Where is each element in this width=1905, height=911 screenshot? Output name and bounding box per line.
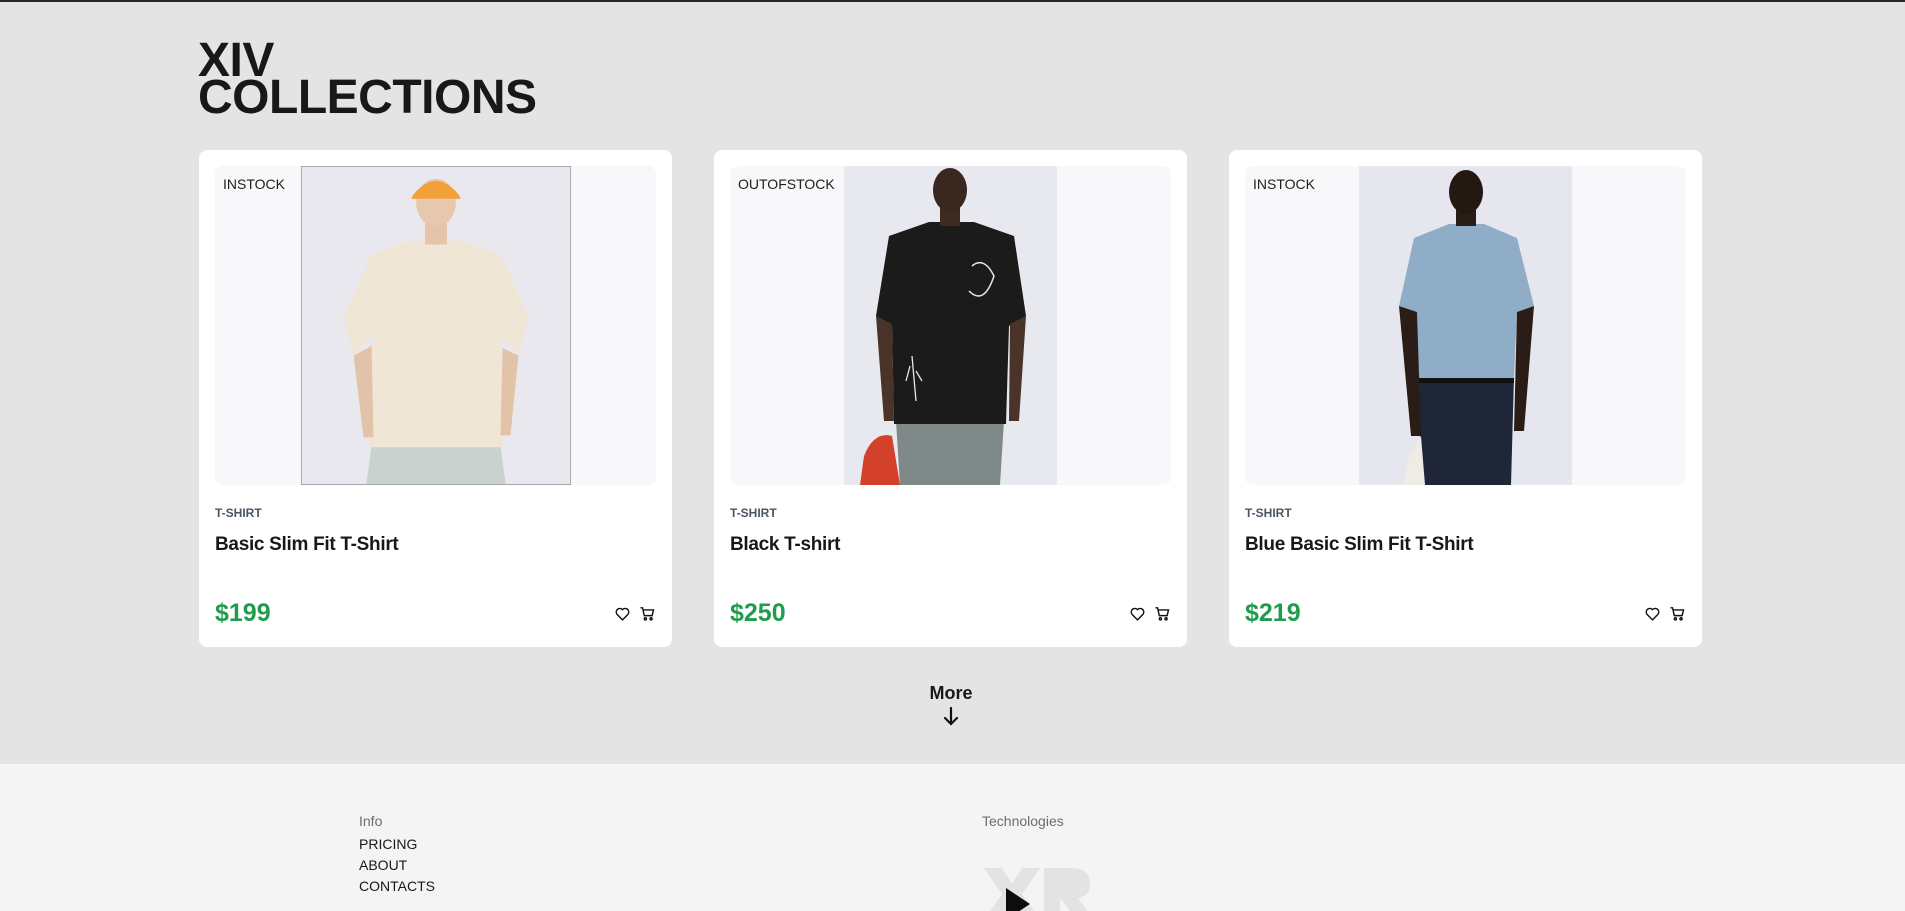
product-name[interactable]: Black T-shirt [730, 534, 840, 556]
collections-section: XIV COLLECTIONS INSTOCK T-SHIRT Basic Sl… [0, 2, 1905, 764]
more-label: More [929, 683, 973, 703]
product-card[interactable]: OUTOFSTOCK T-SHIRT Black T-shirt $250 [714, 150, 1187, 647]
footer-link-pricing[interactable]: PRICING [359, 834, 435, 855]
heart-icon[interactable] [1644, 605, 1661, 622]
title-line-2: COLLECTIONS [198, 71, 537, 124]
product-name[interactable]: Blue Basic Slim Fit T-Shirt [1245, 534, 1474, 556]
product-photo[interactable] [1359, 166, 1572, 485]
page-title: XIV COLLECTIONS [198, 37, 537, 124]
footer-link-contacts[interactable]: CONTACTS [359, 876, 435, 897]
heart-icon[interactable] [614, 605, 631, 622]
product-actions [614, 605, 656, 622]
product-image-area[interactable]: OUTOFSTOCK [730, 166, 1171, 485]
cart-icon[interactable] [1669, 605, 1686, 622]
cart-icon[interactable] [1154, 605, 1171, 622]
cart-icon[interactable] [639, 605, 656, 622]
product-category: T-SHIRT [730, 506, 777, 520]
product-card[interactable]: INSTOCK [199, 150, 672, 647]
product-price: $199 [215, 599, 271, 627]
more-button[interactable]: More [929, 683, 973, 726]
footer-link-about[interactable]: ABOUT [359, 855, 435, 876]
product-actions [1644, 605, 1686, 622]
heart-icon[interactable] [1129, 605, 1146, 622]
stock-badge: OUTOFSTOCK [738, 176, 835, 192]
product-photo[interactable] [301, 166, 571, 485]
footer: Info PRICING ABOUT CONTACTS Technologies [0, 764, 1905, 911]
product-category: T-SHIRT [1245, 506, 1292, 520]
arrow-down-icon [943, 706, 959, 726]
product-actions [1129, 605, 1171, 622]
product-image-area[interactable]: INSTOCK [215, 166, 656, 485]
technology-logo-icon [984, 868, 1090, 911]
product-name[interactable]: Basic Slim Fit T-Shirt [215, 534, 399, 556]
product-photo[interactable] [844, 166, 1057, 485]
footer-tech-heading: Technologies [982, 813, 1064, 829]
product-price: $219 [1245, 599, 1301, 627]
product-price: $250 [730, 599, 786, 627]
footer-info-heading: Info [359, 813, 383, 829]
product-category: T-SHIRT [215, 506, 262, 520]
product-image-area[interactable]: INSTOCK [1245, 166, 1686, 485]
stock-badge: INSTOCK [1253, 176, 1315, 192]
footer-info-column: Info PRICING ABOUT CONTACTS [359, 813, 435, 897]
stock-badge: INSTOCK [223, 176, 285, 192]
product-card[interactable]: INSTOCK [1229, 150, 1702, 647]
footer-tech-column: Technologies [982, 813, 1064, 834]
page: XIV COLLECTIONS INSTOCK T-SHIRT Basic Sl… [0, 0, 1905, 911]
